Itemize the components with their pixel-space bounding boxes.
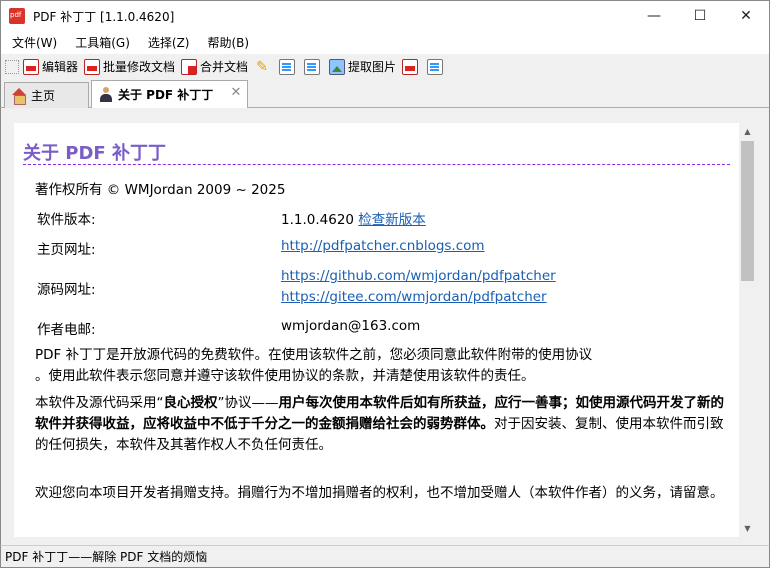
conscience-text-a: 本软件及源代码采用“	[35, 395, 164, 411]
maximize-button[interactable]: ☐	[677, 1, 723, 31]
toolbar-grip[interactable]	[5, 59, 19, 74]
copyright-text: 著作权所有 © WMJordan 2009 ~ 2025	[35, 182, 286, 198]
extract-images-button[interactable]: 提取图片	[329, 56, 396, 78]
app-icon	[9, 8, 25, 24]
email-value: wmjordan@163.com	[281, 318, 421, 334]
title-bar: PDF 补丁丁 [1.1.0.4620] — ☐ ✕	[0, 0, 770, 31]
tab-home[interactable]: 主页	[4, 82, 89, 108]
license-paragraph: PDF 补丁丁是开放源代码的免费软件。在使用该软件之前，您必须同意此软件附带的使…	[35, 345, 725, 387]
editor-label: 编辑器	[42, 60, 79, 74]
image-icon	[329, 58, 346, 75]
tab-about-label: 关于 PDF 补丁丁	[118, 88, 214, 102]
status-bar: PDF 补丁丁——解除 PDF 文档的烦恼	[0, 545, 770, 568]
document-info-button[interactable]	[279, 56, 298, 78]
window-controls: — ☐ ✕	[631, 1, 769, 31]
export-button[interactable]	[427, 56, 446, 78]
status-text: PDF 补丁丁——解除 PDF 文档的烦恼	[5, 550, 208, 564]
toolbar: 编辑器 批量修改文档 合并文档 ✎ 提取图片	[0, 54, 770, 79]
minimize-button[interactable]: —	[631, 1, 677, 31]
vertical-scrollbar[interactable]: ▲ ▼	[739, 123, 756, 537]
version-number: 1.1.0.4620	[281, 212, 354, 228]
batch-modify-button[interactable]: 批量修改文档	[84, 56, 175, 78]
github-link[interactable]: https://github.com/wmjordan/pdfpatcher	[281, 268, 556, 284]
convert-button[interactable]	[402, 56, 421, 78]
version-label: 软件版本:	[37, 212, 96, 228]
page-title: 关于 PDF 补丁丁	[23, 139, 730, 165]
menu-select[interactable]: 选择(Z)	[139, 34, 199, 51]
gitee-link[interactable]: https://gitee.com/wmjordan/pdfpatcher	[281, 289, 547, 305]
document-icon	[279, 58, 296, 75]
license-line-2: 。使用此软件表示您同意并遵守该软件使用协议的条款，并清楚使用该软件的责任。	[35, 368, 535, 384]
donation-paragraph: 欢迎您向本项目开发者捐赠支持。捐赠行为不增加捐赠者的权利，也不增加受赠人（本软件…	[35, 485, 724, 501]
tab-about[interactable]: 关于 PDF 补丁丁 ✕	[91, 80, 248, 109]
bookmark-tool-button[interactable]: ✎	[254, 56, 273, 78]
check-update-link[interactable]: 检查新版本	[358, 212, 426, 228]
menu-toolbox[interactable]: 工具箱(G)	[66, 34, 139, 51]
extract-images-label: 提取图片	[348, 60, 397, 74]
export-icon	[427, 58, 444, 75]
homepage-link[interactable]: http://pdfpatcher.cnblogs.com	[281, 238, 485, 254]
close-tab-icon[interactable]: ✕	[229, 86, 243, 100]
pdf-editor-icon	[23, 58, 39, 75]
conscience-text-b: 良心授权	[163, 395, 218, 411]
scroll-thumb[interactable]	[741, 141, 754, 281]
scroll-up-icon[interactable]: ▲	[739, 123, 756, 140]
menu-file[interactable]: 文件(W)	[3, 34, 66, 51]
window-title: PDF 补丁丁 [1.1.0.4620]	[33, 9, 175, 24]
source-label: 源码网址:	[37, 282, 96, 298]
menu-bar: 文件(W) 工具箱(G) 选择(Z) 帮助(B)	[0, 31, 770, 54]
scroll-down-icon[interactable]: ▼	[739, 520, 756, 537]
menu-help[interactable]: 帮助(B)	[199, 34, 259, 51]
merge-icon	[181, 58, 198, 75]
version-value: 1.1.0.4620 检查新版本	[281, 208, 426, 228]
conscience-paragraph: 本软件及源代码采用“良心授权”协议——用户每次使用本软件后如有所获益，应行一善事…	[35, 393, 725, 456]
rename-icon	[304, 58, 321, 75]
homepage-label: 主页网址:	[37, 242, 96, 258]
license-line-1: PDF 补丁丁是开放源代码的免费软件。在使用该软件之前，您必须同意此软件附带的使…	[35, 347, 593, 363]
about-page[interactable]: 关于 PDF 补丁丁 著作权所有 © WMJordan 2009 ~ 2025 …	[14, 123, 739, 537]
merge-label: 合并文档	[200, 60, 249, 74]
star-icon: ✎	[256, 58, 268, 75]
close-button[interactable]: ✕	[723, 1, 769, 31]
rename-button[interactable]	[304, 56, 323, 78]
tab-home-label: 主页	[31, 89, 56, 103]
home-icon	[11, 87, 27, 105]
email-label: 作者电邮:	[37, 322, 96, 338]
person-icon	[98, 86, 114, 103]
merge-button[interactable]: 合并文档	[181, 56, 248, 78]
conscience-text-c: ”协议——	[217, 395, 279, 411]
editor-button[interactable]: 编辑器	[23, 56, 78, 78]
batch-modify-icon	[84, 58, 101, 75]
convert-icon	[402, 58, 419, 75]
tab-strip: 主页 关于 PDF 补丁丁 ✕	[0, 79, 770, 109]
batch-modify-label: 批量修改文档	[103, 60, 176, 74]
content-pane: 关于 PDF 补丁丁 著作权所有 © WMJordan 2009 ~ 2025 …	[0, 108, 770, 545]
